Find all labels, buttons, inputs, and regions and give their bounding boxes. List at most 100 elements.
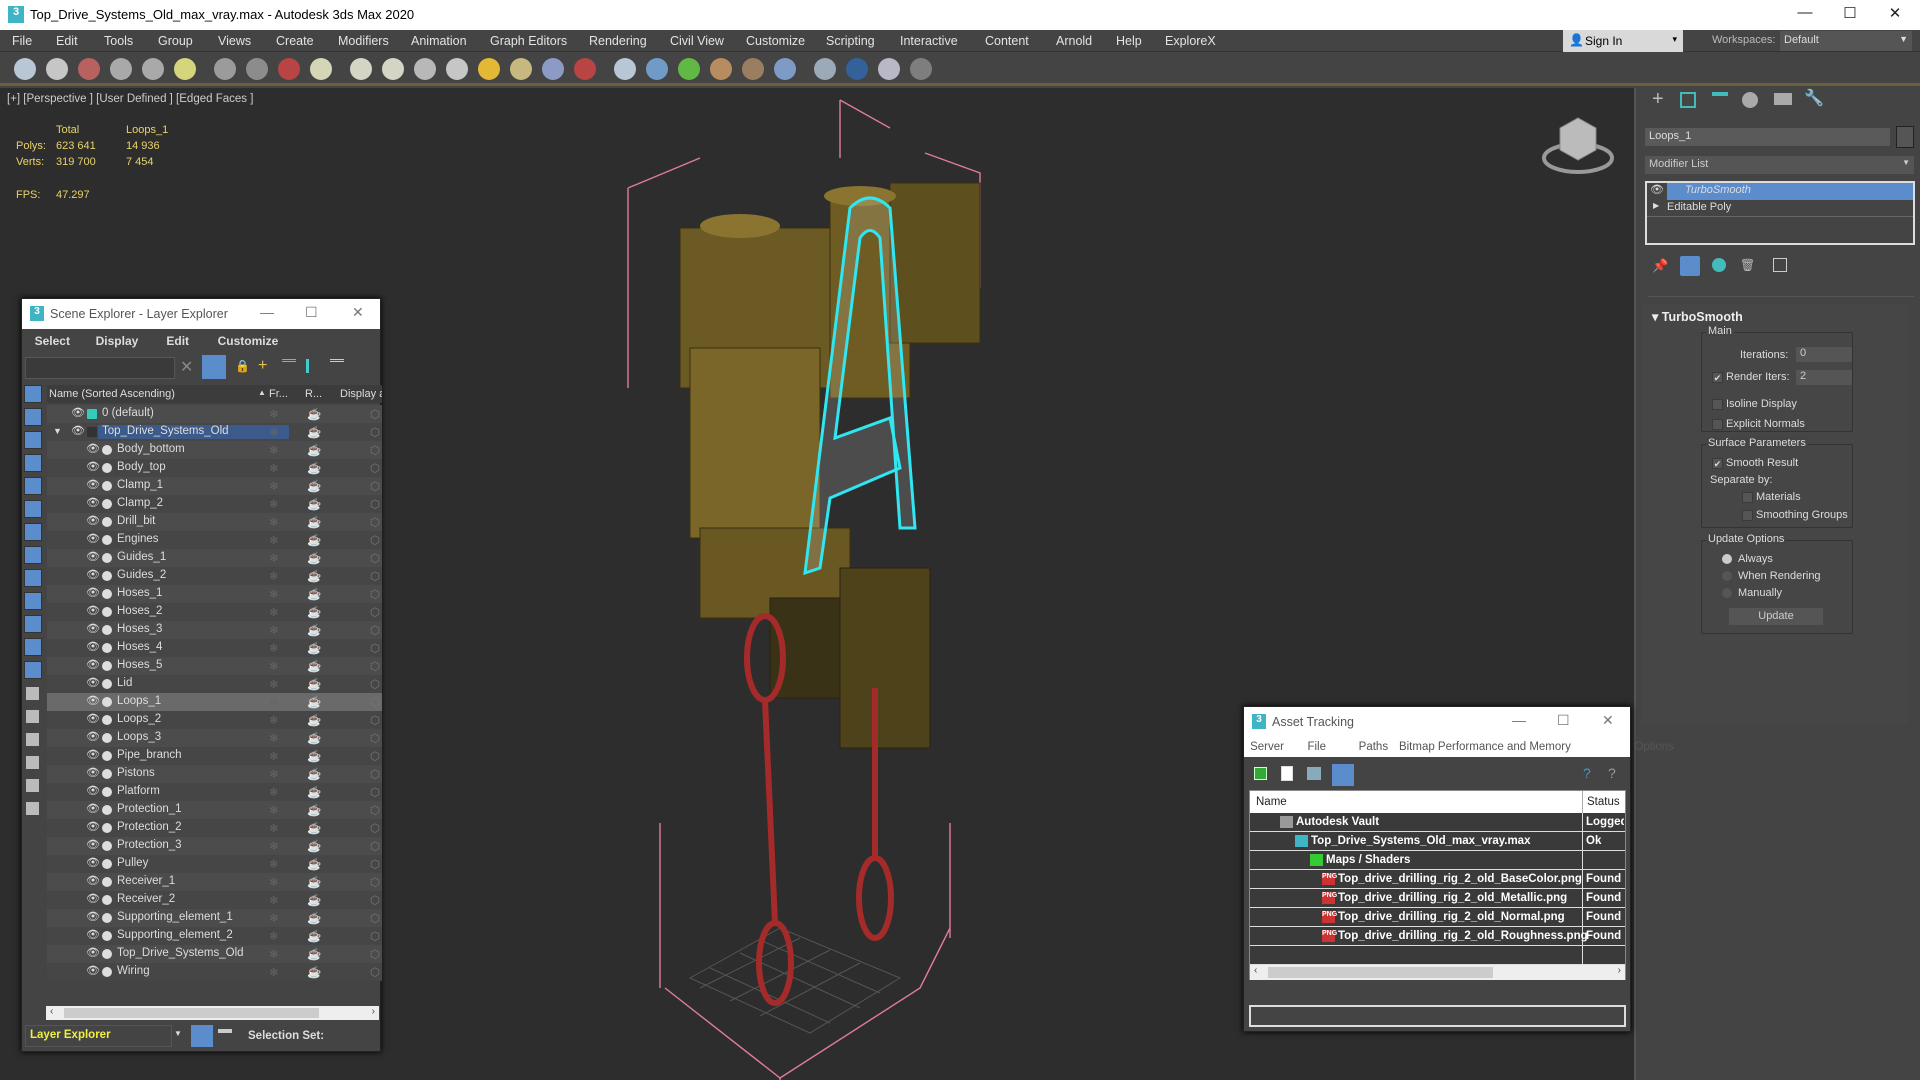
render-teapot-icon[interactable]: ☕ <box>307 947 321 961</box>
render-teapot-icon[interactable]: ☕ <box>307 731 321 745</box>
object-row[interactable]: 👁 Protection_3 ❄ ☕ ⬡ <box>47 837 382 855</box>
freeze-icon[interactable]: ❄ <box>269 947 279 961</box>
light-lister-icon[interactable] <box>174 58 196 80</box>
always-radio[interactable]: Always <box>1722 553 1773 565</box>
asset-row[interactable]: PNG Top_drive_drilling_rig_2_old_Roughnes… <box>1250 927 1625 946</box>
render-teapot-icon[interactable]: ☕ <box>307 677 321 691</box>
eye-icon[interactable]: 👁 <box>86 802 100 815</box>
object-row[interactable]: 👁 Lid ❄ ☕ ⬡ <box>47 675 382 693</box>
object-row[interactable]: 👁 Platform ❄ ☕ ⬡ <box>47 783 382 801</box>
render-teapot-icon[interactable]: ☕ <box>307 587 321 601</box>
display-none-icon[interactable] <box>26 710 39 723</box>
table-view-icon[interactable] <box>1332 764 1354 786</box>
box-icon[interactable]: ⬡ <box>370 587 380 601</box>
freeze-icon[interactable]: ❄ <box>269 695 279 709</box>
asset-row[interactable]: PNG Top_drive_drilling_rig_2_old_Normal.p… <box>1250 908 1625 927</box>
gear-flower-icon[interactable] <box>646 58 668 80</box>
object-row[interactable]: 👁 Wiring ❄ ☕ ⬡ <box>47 963 382 981</box>
camera-icon[interactable] <box>214 58 236 80</box>
asset-menu-options[interactable]: Options <box>1634 741 1674 753</box>
iterations-spinner[interactable]: 0 <box>1796 347 1852 362</box>
freeze-icon[interactable]: ❄ <box>269 659 279 673</box>
show-end-result-icon[interactable] <box>1680 256 1700 276</box>
freeze-icon[interactable]: ❄ <box>269 731 279 745</box>
freeze-icon[interactable]: ❄ <box>269 515 279 529</box>
column-render[interactable]: R... <box>305 388 322 400</box>
create-tab-icon[interactable]: + <box>1652 88 1664 111</box>
asset-tracking-titlebar[interactable]: 3 Asset Tracking — ☐ ✕ <box>1244 707 1630 737</box>
menu-civil-view[interactable]: Civil View <box>670 34 724 48</box>
menu-create[interactable]: Create <box>276 34 314 48</box>
eye-icon[interactable]: 👁 <box>86 730 100 743</box>
eye-icon[interactable]: 👁 <box>86 766 100 779</box>
freeze-icon[interactable]: ❄ <box>269 893 279 907</box>
box-icon[interactable]: ⬡ <box>370 767 380 781</box>
thumbnail-view-icon[interactable] <box>1307 767 1321 780</box>
particles-icon[interactable] <box>542 58 564 80</box>
asset-row[interactable]: PNG Top_drive_drilling_rig_2_old_BaseColo… <box>1250 870 1625 889</box>
display-containers-icon[interactable] <box>24 592 42 610</box>
freeze-icon[interactable]: ❄ <box>269 569 279 583</box>
freeze-icon[interactable]: ❄ <box>269 677 279 691</box>
asset-menu-bitmap[interactable]: Bitmap Performance and Memory <box>1399 741 1571 753</box>
object-row[interactable]: 👁 Body_top ❄ ☕ ⬡ <box>47 459 382 477</box>
box-icon[interactable]: ⬡ <box>370 965 380 979</box>
asset-row[interactable]: Maps / Shaders <box>1250 851 1625 870</box>
help-2-icon[interactable]: ? <box>1608 765 1616 781</box>
scrollbar-thumb[interactable] <box>64 1008 319 1018</box>
display-bones-icon[interactable] <box>24 569 42 587</box>
eye-icon[interactable]: 👁 <box>86 820 100 833</box>
render-teapot-icon[interactable]: ☕ <box>307 911 321 925</box>
filter-b-icon[interactable] <box>26 779 39 792</box>
maximize-button[interactable]: ☐ <box>305 304 318 321</box>
cloud-icon[interactable] <box>46 58 68 80</box>
se-menu-edit[interactable]: Edit <box>166 334 189 348</box>
freeze-icon[interactable]: ❄ <box>269 911 279 925</box>
freeze-icon[interactable]: ❄ <box>269 587 279 601</box>
box-icon[interactable]: ⬡ <box>370 479 380 493</box>
display-tab-icon[interactable] <box>1774 93 1792 105</box>
freeze-icon[interactable]: ❄ <box>269 533 279 547</box>
menu-group[interactable]: Group <box>158 34 193 48</box>
menu-arnold[interactable]: Arnold <box>1056 34 1092 48</box>
display-all-icon[interactable] <box>26 687 39 700</box>
fur-icon[interactable] <box>742 58 764 80</box>
object-row[interactable]: 👁 Supporting_element_2 ❄ ☕ ⬡ <box>47 927 382 945</box>
freeze-icon[interactable]: ❄ <box>269 623 279 637</box>
object-row[interactable]: 👁 Loops_2 ❄ ☕ ⬡ <box>47 711 382 729</box>
smoothing-groups-checkbox[interactable]: Smoothing Groups <box>1742 509 1848 521</box>
box-icon[interactable]: ⬡ <box>370 911 380 925</box>
eye-icon[interactable]: 👁 <box>86 604 100 617</box>
object-row[interactable]: 👁 Hoses_3 ❄ ☕ ⬡ <box>47 621 382 639</box>
render-teapot-icon[interactable]: ☕ <box>307 785 321 799</box>
menu-rendering[interactable]: Rendering <box>589 34 647 48</box>
close-button[interactable]: ✕ <box>352 304 364 321</box>
eye-icon[interactable]: 👁 <box>71 406 85 419</box>
render-frame-icon[interactable] <box>78 58 100 80</box>
object-row[interactable]: 👁 Pistons ❄ ☕ ⬡ <box>47 765 382 783</box>
render-teapot-icon[interactable]: ☕ <box>307 659 321 673</box>
render-teapot-icon[interactable]: ☕ <box>307 893 321 907</box>
plane-icon[interactable] <box>310 58 332 80</box>
clear-search-icon[interactable]: ✕ <box>180 357 193 377</box>
display-lights-icon[interactable] <box>24 431 42 449</box>
box-icon[interactable]: ⬡ <box>370 803 380 817</box>
video-camera-icon[interactable] <box>278 58 300 80</box>
render-teapot-icon[interactable]: ☕ <box>307 695 321 709</box>
workspaces-dropdown[interactable]: Default ▼ <box>1780 31 1912 51</box>
object-row[interactable]: 👁 Protection_1 ❄ ☕ ⬡ <box>47 801 382 819</box>
box-icon[interactable]: ⬡ <box>370 407 380 421</box>
sphere-light-icon[interactable] <box>510 58 532 80</box>
materials-checkbox[interactable]: Materials <box>1742 491 1801 503</box>
object-row[interactable]: 👁 Hoses_4 ❄ ☕ ⬡ <box>47 639 382 657</box>
menu-tools[interactable]: Tools <box>104 34 133 48</box>
camera-red-icon[interactable] <box>846 58 868 80</box>
menu-graph-editors[interactable]: Graph Editors <box>490 34 567 48</box>
hierarchy-tab-icon[interactable] <box>1712 92 1728 106</box>
render-teapot-icon[interactable]: ☕ <box>307 443 321 457</box>
render-teapot-icon[interactable]: ☕ <box>307 767 321 781</box>
menu-scripting[interactable]: Scripting <box>826 34 875 48</box>
eye-icon[interactable]: 👁 <box>71 424 85 437</box>
eye-icon[interactable]: 👁 <box>1647 183 1667 200</box>
render-teapot-icon[interactable]: ☕ <box>307 407 321 421</box>
